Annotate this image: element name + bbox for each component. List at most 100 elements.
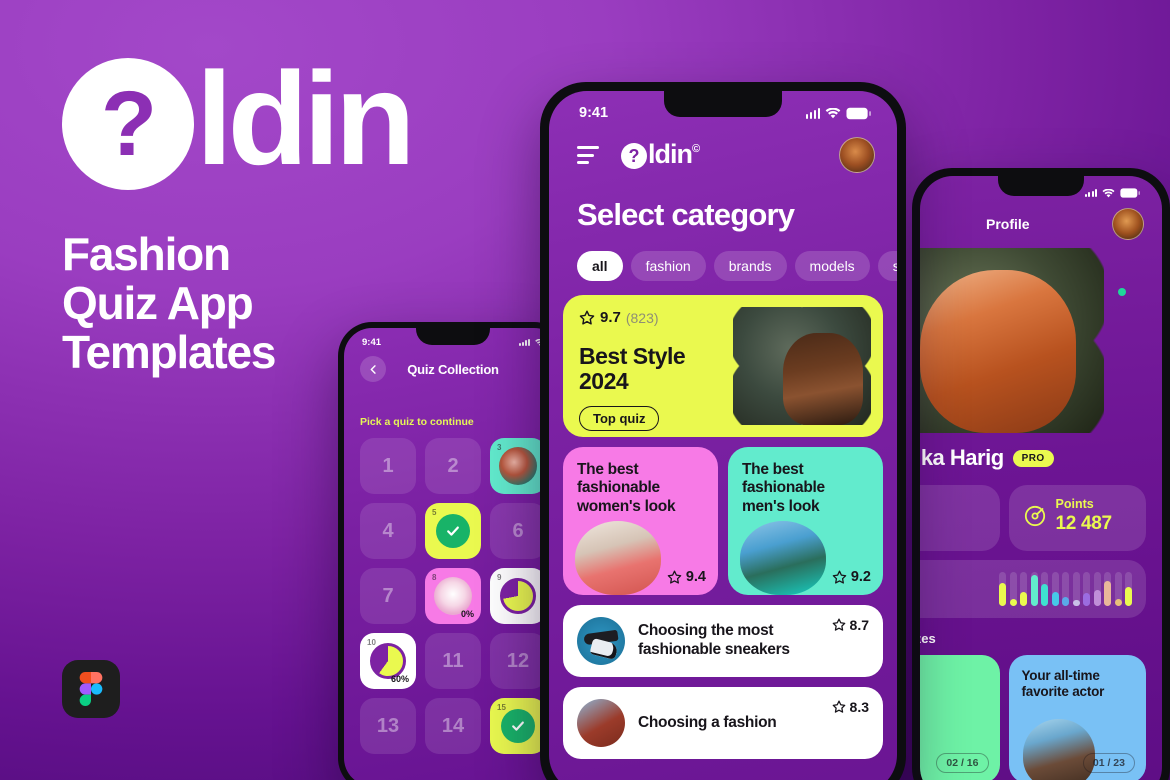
question-mark-glyph: ? xyxy=(100,73,157,175)
cellular-icon xyxy=(805,107,820,119)
profile-name: essika Harig xyxy=(920,445,1004,470)
quiz-cell[interactable]: 9 xyxy=(490,568,546,624)
quiz-cell-index: 10 xyxy=(367,638,376,647)
activity-bar-fill xyxy=(1072,599,1080,606)
activity-bar-fill xyxy=(1114,599,1122,606)
activity-bar xyxy=(1051,572,1059,606)
list-item-title: Choosing a fashion xyxy=(638,714,828,733)
user-avatar[interactable] xyxy=(839,137,875,173)
profile-name-row: essika Harig PRO xyxy=(920,445,1162,471)
activity-bar-fill xyxy=(1020,592,1027,606)
progress-donut xyxy=(500,578,536,614)
quiz-cell[interactable]: 7 xyxy=(360,568,416,624)
quiz-cell-number: 12 xyxy=(506,649,530,672)
list-item-rating-value: 8.7 xyxy=(849,617,869,633)
coin-icon xyxy=(1024,505,1045,527)
quiz-cell[interactable]: 1 xyxy=(360,438,416,494)
quiz-cell[interactable]: 2 xyxy=(425,438,481,494)
figma-glyph xyxy=(79,672,103,706)
activity-card[interactable]: ivity xyxy=(920,560,1162,618)
quiz-cell-index: 15 xyxy=(497,703,506,712)
category-chip-brands[interactable]: brands xyxy=(713,251,787,281)
status-icons xyxy=(805,107,871,120)
quiz-card-photo xyxy=(1022,719,1095,780)
content-area: 9.7 (823) Best Style 2024 Top quiz The b… xyxy=(549,281,897,759)
wifi-icon xyxy=(1102,188,1115,198)
quiz-cell[interactable]: 6 xyxy=(490,503,546,559)
quiz-list-item[interactable]: Choosing the most fashionable sneakers 8… xyxy=(563,605,883,677)
hero-image-subject xyxy=(782,332,863,425)
category-chip-fashion[interactable]: fashion xyxy=(630,251,706,281)
headline-line-1: Fashion xyxy=(62,228,231,280)
oldin-logo: ? ldin xyxy=(62,52,416,190)
stat-card-points[interactable]: Points 12 487 xyxy=(1008,485,1146,551)
quiz-card[interactable]: Your all-time favorite actor 01 / 23 xyxy=(1008,655,1146,780)
stat-label: r rank xyxy=(920,497,986,511)
page-title: Select category xyxy=(577,197,795,232)
profile-hero-photo xyxy=(920,248,1104,433)
battery-icon xyxy=(846,107,871,120)
quiz-cell[interactable]: 11 xyxy=(425,633,481,689)
battery-icon xyxy=(1120,188,1140,198)
activity-bar xyxy=(1104,572,1111,606)
quiz-card-women[interactable]: The best fashionable women's look 9.4 xyxy=(563,447,718,595)
quiz-cell-number: 7 xyxy=(382,584,394,607)
hero-rating-count: (823) xyxy=(625,309,659,326)
section-subtitle: Pick a quiz to continue xyxy=(360,416,474,428)
quiz-cell-photo xyxy=(499,447,537,485)
online-status-dot xyxy=(1118,288,1126,296)
hero-quiz-card[interactable]: 9.7 (823) Best Style 2024 Top quiz xyxy=(563,295,883,437)
card-photo xyxy=(575,521,661,595)
phone-profile: Profile essika Harig PRO r rank th xyxy=(912,168,1170,780)
quiz-card[interactable]: nodel 02 / 16 xyxy=(920,655,1000,780)
list-item-title-line: Choosing a fashion xyxy=(638,713,777,731)
category-chip-models[interactable]: models xyxy=(794,251,870,281)
activity-bar xyxy=(1020,572,1027,606)
quiz-list-item[interactable]: Choosing a fashion 8.3 xyxy=(563,687,883,759)
quiz-cell[interactable]: 15 xyxy=(490,698,546,754)
card-title: The best fashionable women's look xyxy=(577,461,704,516)
activity-bar-chart xyxy=(999,572,1132,606)
list-item-title: Choosing the most fashionable sneakers xyxy=(638,622,842,659)
star-icon xyxy=(832,570,847,584)
quiz-cell-percent: 0% xyxy=(460,609,474,619)
quiz-cell[interactable]: 10 60% xyxy=(360,633,416,689)
quiz-cell[interactable]: 3 xyxy=(490,438,546,494)
quiz-cell[interactable]: 8 0% xyxy=(425,568,481,624)
hamburger-menu-icon[interactable] xyxy=(577,146,599,164)
quiz-cell[interactable]: 4 xyxy=(360,503,416,559)
quiz-cards-row: nodel 02 / 16 Your all-time favorite act… xyxy=(920,655,1162,780)
card-rating-value: 9.4 xyxy=(685,569,706,585)
quiz-cell[interactable]: 13 xyxy=(360,698,416,754)
stat-value: 12 487 xyxy=(1055,513,1113,534)
quiz-cell-number: 4 xyxy=(382,519,394,542)
category-chip-all[interactable]: all xyxy=(577,251,623,281)
quiz-cell-number: 2 xyxy=(447,454,459,477)
user-avatar[interactable] xyxy=(1112,208,1144,240)
quiz-card-title: nodel xyxy=(920,668,987,684)
category-chip-stars[interactable]: stars xyxy=(877,251,897,281)
activity-bar-fill xyxy=(1125,586,1132,606)
headline-line-2: Quiz App xyxy=(62,276,254,329)
quiz-card-title: Your all-time favorite actor xyxy=(1022,668,1134,700)
quiz-cell[interactable]: 14 xyxy=(425,698,481,754)
quiz-card-title-line: favorite actor xyxy=(1021,684,1105,700)
phone-select-category: 9:41 ? ldin © Select category all fashio… xyxy=(540,82,906,780)
card-title-line: men's look xyxy=(742,497,820,515)
dual-card-row: The best fashionable women's look 9.4 Th… xyxy=(563,447,883,595)
card-title-line: fashionable xyxy=(742,479,825,497)
phone-quiz-collection: 9:41 Quiz Collection Pick a quiz to cont… xyxy=(338,322,568,780)
quiz-cell[interactable]: 12 xyxy=(490,633,546,689)
card-title-line: The best xyxy=(577,461,639,478)
list-item-title-line: Choosing the most xyxy=(638,622,774,640)
card-rating-value: 9.2 xyxy=(850,569,871,585)
copyright-mark: © xyxy=(692,143,701,155)
activity-bar-fill xyxy=(1104,580,1111,606)
stat-label: Points xyxy=(1055,497,1094,511)
quiz-cell[interactable]: 5 xyxy=(425,503,481,559)
quiz-card-men[interactable]: The best fashionable men's look 9.2 xyxy=(728,447,883,595)
card-title-line: The best xyxy=(742,461,804,478)
activity-bar xyxy=(1093,572,1101,606)
stat-card-rank[interactable]: r rank th xyxy=(920,485,1000,551)
activity-bar xyxy=(1041,572,1048,606)
